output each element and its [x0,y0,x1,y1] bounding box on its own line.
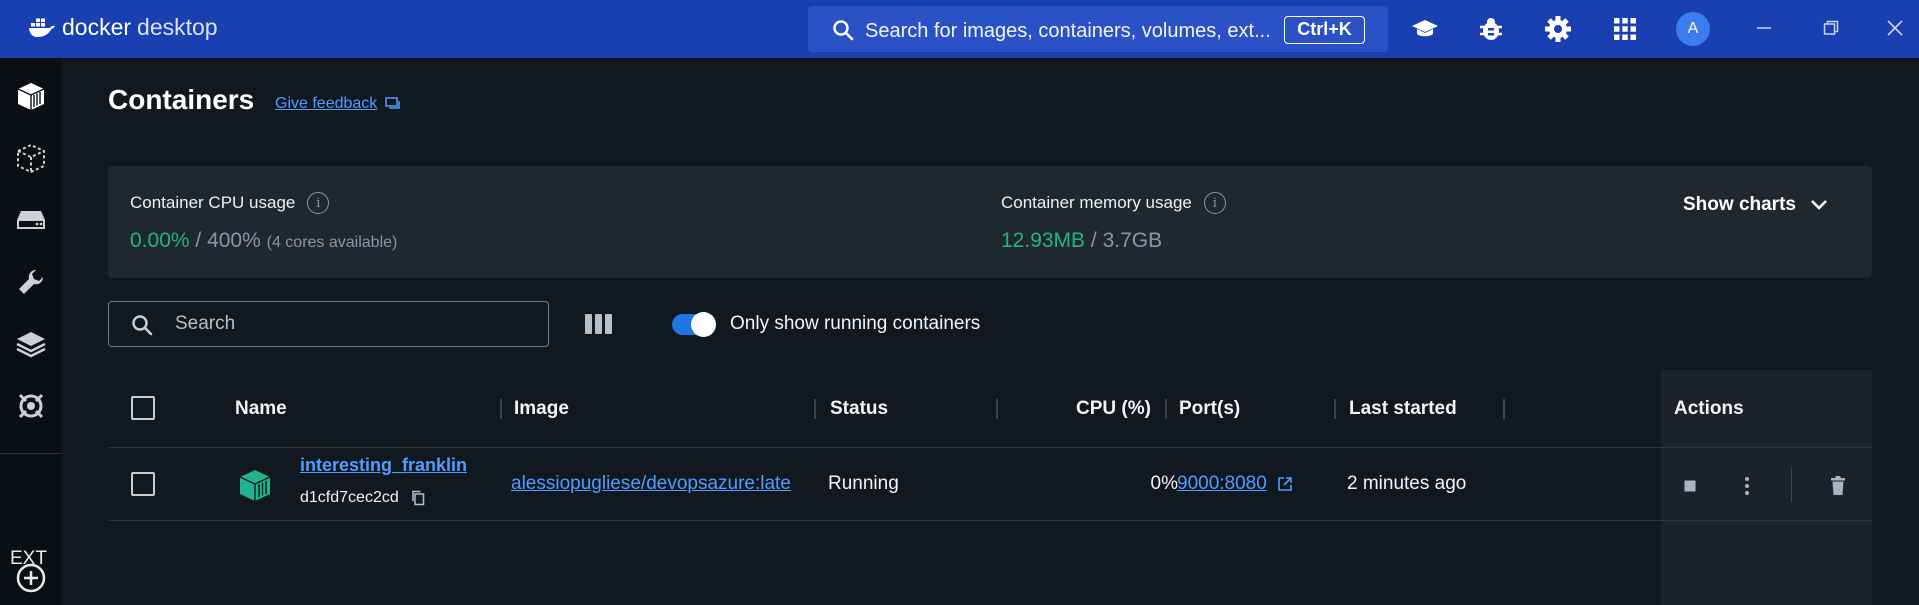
feedback-icon [385,97,401,109]
nav-volumes-icon[interactable] [11,200,51,240]
docker-whale-icon [29,18,55,37]
search-shortcut-badge: Ctrl+K [1284,16,1365,44]
global-search[interactable]: Search for images, containers, volumes, … [808,6,1388,52]
memory-usage-title: Container memory usage [1001,193,1192,212]
cpu-cores-note: (4 cores available) [266,234,398,251]
cpu-separator: / [189,229,208,252]
container-name-link[interactable]: interesting_franklin [300,455,467,476]
status-text: Running [828,473,899,494]
column-header-image[interactable]: Image [514,398,569,420]
close-icon[interactable] [1882,15,1908,41]
nav-builds-wrench-icon[interactable] [11,262,51,302]
delete-trash-icon[interactable] [1826,474,1850,498]
add-extension-icon[interactable] [11,558,51,598]
running-only-label: Only show running containers [730,313,981,334]
troubleshoot-bug-icon[interactable] [1476,14,1506,44]
toggle-knob [691,312,716,337]
column-resizer[interactable] [814,399,816,419]
memory-total: 3.7GB [1102,229,1163,252]
nav-containers-icon[interactable] [11,76,51,116]
cpu-value: 0% [1150,473,1178,494]
cpu-usage-value: 0.00% / 400% (4 cores available) [130,229,397,253]
show-charts-button[interactable]: Show charts [1683,194,1828,216]
select-all-checkbox[interactable] [131,396,155,420]
memory-separator: / [1085,229,1103,252]
image-link[interactable]: alessiopugliese/devopsazure:late [511,473,811,495]
column-header-cpu[interactable]: CPU (%) [1076,398,1151,420]
column-resizer[interactable] [996,399,998,419]
docker-desktop-logo: docker desktop [28,14,218,41]
container-id-text: d1cfd7cec2cd [300,489,399,506]
apps-grid-icon[interactable] [1610,14,1640,44]
settings-gear-icon[interactable] [1543,14,1573,44]
running-only-toggle[interactable] [672,312,716,337]
search-icon [132,315,153,336]
column-header-last-started[interactable]: Last started [1349,398,1457,420]
nav-images-icon[interactable] [11,138,51,178]
column-header-status[interactable]: Status [830,398,888,420]
memory-usage-label: Container memory usage i [1001,192,1226,214]
minimize-icon[interactable] [1751,15,1777,41]
container-search-field[interactable] [108,301,549,347]
chevron-down-icon [1811,200,1827,210]
column-header-name[interactable]: Name [235,398,287,420]
sidebar: EXT [0,58,62,605]
brand-name: docker [62,14,132,40]
learning-center-icon[interactable] [1410,14,1440,44]
cpu-total: 400% [207,229,261,252]
memory-usage-value: 12.93MB / 3.7GB [1001,229,1162,253]
nav-dev-environments-icon[interactable] [11,324,51,364]
brand-suffix: desktop [137,14,218,40]
row-select-checkbox[interactable] [131,472,155,496]
user-avatar[interactable]: A [1676,12,1710,46]
page-title: Containers [108,84,255,115]
column-resizer[interactable] [1334,399,1336,419]
memory-used: 12.93MB [1001,229,1086,252]
cpu-usage-label: Container CPU usage i [130,192,330,214]
table-header: Name Image Status CPU (%) Port(s) Last s… [108,370,1872,448]
global-search-text: Search for images, containers, volumes, … [865,20,1271,42]
external-link-icon[interactable] [1277,476,1293,492]
actions-divider [1791,468,1792,502]
info-icon[interactable]: i [1203,192,1226,214]
title-bar: docker desktop Search for images, contai… [0,0,1919,58]
give-feedback-label: Give feedback [275,95,378,112]
restore-window-icon[interactable] [1818,15,1844,41]
usage-stats-panel: Container CPU usage i 0.00% / 400% (4 co… [108,166,1872,278]
give-feedback-link[interactable]: Give feedback [275,95,401,113]
search-icon [833,20,854,41]
column-resizer[interactable] [1165,399,1167,419]
column-resizer[interactable] [1503,399,1505,419]
stop-icon[interactable] [1678,474,1702,498]
column-header-ports[interactable]: Port(s) [1179,398,1240,420]
column-resizer[interactable] [500,399,502,419]
search-input[interactable] [175,310,535,338]
info-icon[interactable]: i [307,192,330,214]
copy-icon[interactable] [411,490,425,506]
show-charts-label: Show charts [1683,194,1796,215]
cpu-used: 0.00% [130,229,190,252]
container-running-icon [239,470,271,501]
nav-docker-scout-icon[interactable] [11,386,51,426]
last-started-text: 2 minutes ago [1347,473,1467,494]
sidebar-divider [0,453,62,454]
columns-toggle-icon[interactable] [585,311,613,337]
container-id: d1cfd7cec2cd [300,489,425,507]
cpu-usage-title: Container CPU usage [130,193,296,212]
table-row[interactable]: interesting_franklin d1cfd7cec2cd alessi… [108,449,1872,521]
port-link[interactable]: 9000:8080 [1177,473,1267,495]
more-options-icon[interactable] [1735,474,1759,498]
port-mapping: 9000:8080 [1177,473,1293,495]
